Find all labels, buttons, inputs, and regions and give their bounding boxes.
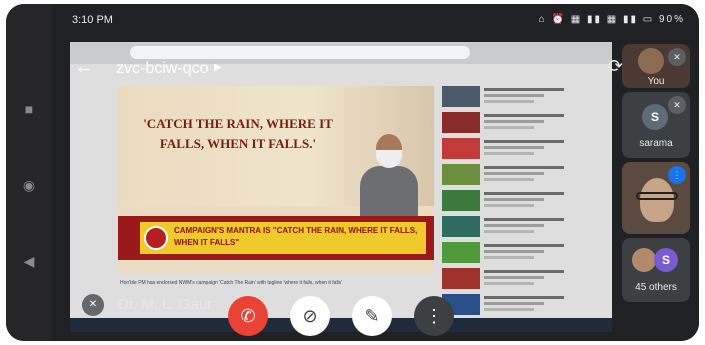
related-video-item [442, 190, 572, 212]
home-icon[interactable]: ◉ [20, 176, 38, 194]
glasses-shape [636, 192, 678, 200]
participant-tile-others[interactable]: S 45 others [622, 238, 690, 302]
recents-icon[interactable]: ■ [20, 100, 38, 118]
more-vert-icon: ⋮ [425, 306, 443, 326]
related-video-item [442, 268, 572, 290]
related-video-item [442, 112, 572, 134]
poster-background: 'CATCH THE RAIN, WHERE IT FALLS, WHEN IT… [118, 86, 434, 222]
status-bar: 3:10 PM ⌂ ⏰ ▦ ▮▮ ▦ ▮▮ ▭ 90% [52, 4, 699, 28]
switch-camera-icon[interactable]: ⟳ [608, 56, 623, 77]
meet-screen: 3:10 PM ⌂ ⏰ ▦ ▮▮ ▦ ▮▮ ▭ 90% 'CATCH THE R… [52, 4, 699, 341]
phone-frame: ■ ◉ ◀ 3:10 PM ⌂ ⏰ ▦ ▮▮ ▦ ▮▮ ▭ 90% 'CATCH… [6, 4, 699, 341]
back-arrow-icon[interactable]: ← [74, 56, 94, 78]
campaign-logo [144, 226, 168, 250]
related-videos [442, 86, 572, 326]
android-nav-bar: ■ ◉ ◀ [6, 4, 52, 341]
more-options-button[interactable]: ⋮ [414, 296, 454, 336]
related-video-item [442, 294, 572, 316]
participant-tile-you[interactable]: ✕ You [622, 44, 690, 88]
mic-toggle-button[interactable]: ✎ [352, 296, 392, 336]
speaking-indicator-icon: ⋮ [668, 166, 686, 184]
mantra-banner-inner: CAMPAIGN'S MANTRA IS "CATCH THE RAIN, WH… [140, 222, 426, 254]
camera-off-icon: ⊘ [302, 306, 318, 326]
status-indicator-icons: ⌂ ⏰ ▦ ▮▮ ▦ ▮▮ ▭ [538, 14, 655, 25]
related-video-item [442, 86, 572, 108]
status-icons: ⌂ ⏰ ▦ ▮▮ ▦ ▮▮ ▭ 90% [539, 14, 685, 25]
participant-tile-sarama[interactable]: S ✕ sarama [622, 92, 690, 158]
participant-name: sarama [639, 138, 673, 149]
others-count-label: 45 others [635, 282, 677, 293]
speaker-body [360, 166, 418, 222]
end-call-button[interactable]: ✆ [228, 296, 268, 336]
participant-tile-video[interactable]: ⋮ [622, 162, 690, 234]
self-video-thumbnail [638, 48, 664, 74]
back-nav-icon[interactable]: ◀ [20, 252, 38, 270]
presenter-muted-icon: ✕ [82, 294, 104, 316]
mantra-banner: CAMPAIGN'S MANTRA IS "CATCH THE RAIN, WH… [118, 216, 434, 260]
camera-toggle-button[interactable]: ⊘ [290, 296, 330, 336]
status-time: 3:10 PM [72, 14, 113, 26]
related-video-item [442, 216, 572, 238]
shared-screen: 'CATCH THE RAIN, WHERE IT FALLS, WHEN IT… [70, 42, 612, 332]
meeting-code[interactable]: zvc-bciw-qco [116, 60, 208, 78]
meet-header: ← zvc-bciw-qco ▶ [52, 54, 522, 84]
related-video-item [442, 138, 572, 160]
presenter-name: Dr. M. L. Gaur [118, 296, 213, 313]
battery-level: 90% [658, 14, 685, 25]
participant-name: You [647, 76, 665, 87]
avatar: S [642, 104, 668, 130]
related-video-item [442, 164, 572, 186]
avatar [632, 248, 656, 272]
avatar: S [654, 248, 678, 272]
windows-taskbar [70, 318, 612, 332]
mic-muted-icon: ✕ [668, 48, 686, 66]
speaker-figure [360, 134, 418, 222]
video-caption: Hon'ble PM has endorsed NWM's campaign '… [120, 280, 343, 286]
mic-muted-icon: ✕ [668, 96, 686, 114]
related-video-item [442, 242, 572, 264]
phone-hangup-icon: ✆ [240, 306, 256, 326]
mic-off-icon: ✎ [364, 306, 380, 326]
poster-quote: 'CATCH THE RAIN, WHERE IT FALLS, WHEN IT… [143, 116, 333, 151]
participant-video-face [640, 178, 674, 222]
mantra-text: CAMPAIGN'S MANTRA IS "CATCH THE RAIN, WH… [174, 226, 418, 247]
video-player: 'CATCH THE RAIN, WHERE IT FALLS, WHEN IT… [118, 86, 434, 274]
chevron-right-icon[interactable]: ▶ [214, 62, 222, 73]
